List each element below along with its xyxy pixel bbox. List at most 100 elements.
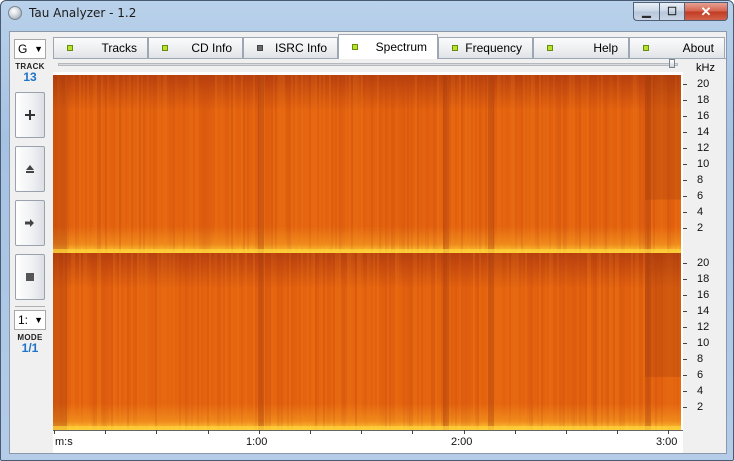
time-tick (412, 430, 414, 434)
time-tick (156, 430, 158, 434)
time-tick (258, 430, 260, 434)
time-tick (310, 430, 311, 434)
freq-tick-label: 14 (697, 126, 710, 138)
freq-tick (683, 327, 687, 328)
freq-tick-label: 18 (697, 273, 710, 285)
window-title: Tau Analyzer - 1.2 (29, 6, 137, 20)
eject-button[interactable] (15, 146, 45, 192)
chevron-down-icon: ▼ (34, 44, 43, 54)
position-slider[interactable] (58, 63, 678, 66)
spectrogram-right-channel (53, 253, 681, 430)
freq-tick-label: 4 (697, 385, 704, 397)
add-button[interactable] (15, 92, 45, 138)
freq-tick-label: 8 (697, 174, 704, 186)
freq-tick-label: 2 (697, 222, 704, 234)
tab-frequency[interactable]: Frequency (438, 37, 533, 58)
minimize-button[interactable]: ▁ (633, 2, 659, 21)
freq-tick (683, 132, 687, 133)
freq-tick-label: 16 (697, 110, 710, 122)
freq-tick (683, 263, 687, 264)
tab-tracks[interactable]: Tracks (53, 37, 148, 58)
freq-tick-label: 10 (697, 158, 710, 170)
freq-tick (683, 148, 687, 149)
time-axis-line (53, 430, 683, 431)
app-icon (8, 6, 22, 20)
client-area: G ▼ TRACK 13 1: ▼ MODE 1/1 Tracks CD Inf… (9, 31, 727, 454)
tab-label: Tracks (101, 41, 137, 55)
freq-tick (683, 375, 687, 376)
freq-tick (683, 164, 687, 165)
time-axis: m:s 1:00 2:00 3:00 (53, 430, 683, 452)
freq-tick (683, 100, 687, 101)
time-tick (54, 430, 55, 434)
tab-label: Frequency (465, 41, 522, 55)
tab-label: Spectrum (375, 40, 427, 54)
freq-tick (683, 84, 687, 85)
title-bar[interactable]: Tau Analyzer - 1.2 ▁ ☐ ✕ (1, 1, 733, 27)
eject-icon (26, 165, 34, 173)
frequency-axis-left: 20 18 16 14 12 10 8 6 4 2 (683, 75, 727, 253)
time-tick (207, 430, 209, 434)
spectrogram-image (53, 75, 681, 253)
freq-tick-label: 12 (697, 321, 710, 333)
freq-tick (683, 407, 687, 408)
freq-tick-label: 2 (697, 401, 704, 413)
tab-label: About (682, 41, 714, 55)
close-button[interactable]: ✕ (684, 2, 728, 21)
tab-label: Help (593, 41, 618, 55)
spectrogram-area (53, 72, 683, 453)
tab-label: CD Info (191, 41, 232, 55)
close-icon: ✕ (700, 3, 712, 19)
mode-select[interactable]: 1: ▼ (14, 310, 46, 330)
time-tick (361, 430, 363, 434)
tab-about[interactable]: About (629, 37, 725, 58)
tab-cd-info[interactable]: CD Info (148, 37, 243, 58)
freq-tick (683, 359, 687, 360)
freq-unit-label: kHz (696, 62, 715, 74)
time-tick (105, 430, 107, 434)
slider-thumb[interactable] (669, 59, 675, 68)
freq-tick (683, 228, 687, 229)
chevron-down-icon: ▼ (34, 315, 43, 325)
time-unit-label: m:s (55, 436, 73, 448)
time-tick (566, 430, 567, 434)
freq-tick-label: 18 (697, 94, 710, 106)
time-tick-label: 3:00 (656, 436, 678, 448)
mode-value: 1/1 (21, 341, 39, 355)
time-tick (514, 430, 516, 434)
freq-tick-label: 20 (697, 257, 710, 269)
tab-spectrum[interactable]: Spectrum (338, 34, 438, 59)
freq-tick (683, 343, 687, 344)
time-tick-label: 2:00 (451, 436, 473, 448)
freq-tick (683, 311, 687, 312)
time-tick (617, 430, 619, 434)
separator (15, 306, 45, 307)
freq-tick (683, 279, 687, 280)
freq-tick (683, 212, 687, 213)
freq-tick-label: 4 (697, 206, 704, 218)
play-icon (25, 219, 34, 227)
freq-tick-label: 6 (697, 190, 704, 202)
freq-tick-label: 10 (697, 337, 710, 349)
freq-tick-label: 14 (697, 305, 710, 317)
tab-help[interactable]: Help (533, 37, 629, 58)
maximize-button[interactable]: ☐ (659, 2, 684, 21)
minimize-icon: ▁ (642, 6, 651, 18)
stop-icon (26, 273, 34, 281)
spectrogram-left-channel (53, 75, 681, 253)
mode-select-value: 1: (18, 313, 29, 327)
play-button[interactable] (15, 200, 45, 246)
spectrogram-image (53, 253, 681, 430)
plus-icon (25, 110, 35, 120)
stop-button[interactable] (15, 254, 45, 300)
window-controls: ▁ ☐ ✕ (633, 2, 728, 21)
tab-label: ISRC Info (274, 41, 327, 55)
tab-bar: Tracks CD Info ISRC Info Spectrum Freque… (53, 34, 725, 59)
freq-tick-label: 6 (697, 369, 704, 381)
freq-tick-label: 12 (697, 142, 710, 154)
drive-select[interactable]: G ▼ (14, 39, 46, 59)
maximize-icon: ☐ (667, 6, 677, 18)
frequency-axis-right: 20 18 16 14 12 10 8 6 4 2 (683, 254, 727, 432)
freq-tick (683, 196, 687, 197)
tab-isrc-info[interactable]: ISRC Info (243, 37, 338, 58)
